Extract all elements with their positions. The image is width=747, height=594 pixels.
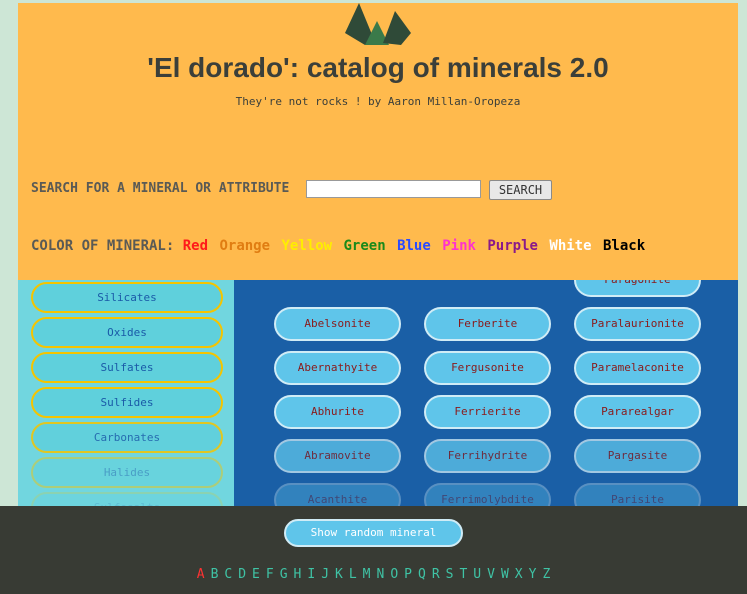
header: 'El dorado': catalog of minerals 2.0 The… <box>18 3 738 280</box>
mineral-pargasite[interactable]: Pargasite <box>574 439 701 473</box>
page-title: 'El dorado': catalog of minerals 2.0 <box>147 52 609 83</box>
category-carbonates[interactable]: Carbonates <box>31 422 223 453</box>
color-filter-yellow[interactable]: Yellow <box>273 238 332 254</box>
mineral-ferrierite[interactable]: Ferrierite <box>424 395 551 429</box>
letter-e[interactable]: E <box>252 567 260 582</box>
category-halides[interactable]: Halides <box>31 457 223 488</box>
color-filter-green[interactable]: Green <box>335 238 385 254</box>
letter-w[interactable]: W <box>501 567 509 582</box>
color-filter-black[interactable]: Black <box>595 238 645 254</box>
random-mineral-button[interactable]: Show random mineral <box>284 519 463 547</box>
color-filter-label: COLOR OF MINERAL: <box>31 238 175 254</box>
letter-m[interactable]: M <box>363 567 371 582</box>
mineral-parisite[interactable]: Parisite <box>574 483 701 506</box>
letter-h[interactable]: H <box>294 567 302 582</box>
color-filter-red[interactable]: Red <box>183 238 208 254</box>
letter-k[interactable]: K <box>335 567 343 582</box>
mineral-ferrihydrite[interactable]: Ferrihydrite <box>424 439 551 473</box>
mineral-paramelaconite[interactable]: Paramelaconite <box>574 351 701 385</box>
letter-n[interactable]: N <box>377 567 385 582</box>
category-sulfates[interactable]: Sulfates <box>31 352 223 383</box>
letter-x[interactable]: X <box>515 567 523 582</box>
letter-q[interactable]: Q <box>418 567 426 582</box>
mineral-paragonite[interactable]: Paragonite <box>574 280 701 297</box>
color-filter-purple[interactable]: Purple <box>479 238 538 254</box>
color-filter: COLOR OF MINERAL: Red Orange Yellow Gree… <box>31 238 648 254</box>
color-filter-blue[interactable]: Blue <box>389 238 431 254</box>
letter-y[interactable]: Y <box>529 567 537 582</box>
letter-a[interactable]: A <box>197 567 205 582</box>
letter-d[interactable]: D <box>238 567 246 582</box>
mineral-fergusonite[interactable]: Fergusonite <box>424 351 551 385</box>
color-filter-pink[interactable]: Pink <box>434 238 476 254</box>
mineral-pararealgar[interactable]: Pararealgar <box>574 395 701 429</box>
mineral-abernathyite[interactable]: Abernathyite <box>274 351 401 385</box>
letter-v[interactable]: V <box>487 567 495 582</box>
page-subtitle: They're not rocks ! by Aaron Millan-Orop… <box>235 95 521 108</box>
category-silicates[interactable]: Silicates <box>31 282 223 313</box>
letter-r[interactable]: R <box>432 567 440 582</box>
mineral-abhurite[interactable]: Abhurite <box>274 395 401 429</box>
mineral-acanthite[interactable]: Acanthite <box>274 483 401 506</box>
mineral-ferrimolybdite[interactable]: Ferrimolybdite <box>424 483 551 506</box>
letter-u[interactable]: U <box>473 567 481 582</box>
search-button[interactable]: SEARCH <box>489 180 552 200</box>
letter-c[interactable]: C <box>224 567 232 582</box>
mineral-abelsonite[interactable]: Abelsonite <box>274 307 401 341</box>
letter-o[interactable]: O <box>390 567 398 582</box>
letter-p[interactable]: P <box>404 567 412 582</box>
mineral-list: Abelsonite Abernathyite Abhurite Abramovite… <box>234 280 738 506</box>
mineral-ferberite[interactable]: Ferberite <box>424 307 551 341</box>
letter-s[interactable]: S <box>446 567 454 582</box>
color-filter-orange[interactable]: Orange <box>211 238 270 254</box>
letter-t[interactable]: T <box>459 567 467 582</box>
category-sulfides[interactable]: Sulfides <box>31 387 223 418</box>
letter-b[interactable]: B <box>211 567 219 582</box>
letter-z[interactable]: Z <box>542 567 550 582</box>
category-sulfosalts[interactable]: Sulfosalts <box>31 492 223 506</box>
letter-l[interactable]: L <box>349 567 357 582</box>
mineral-abramovite[interactable]: Abramovite <box>274 439 401 473</box>
category-sidebar: Silicates Oxides Sulfates Sulfides Carbonate… <box>18 280 234 506</box>
color-filter-white[interactable]: White <box>541 238 591 254</box>
mineral-paralaurionite[interactable]: Paralaurionite <box>574 307 701 341</box>
alphabet-nav: ABCDEFGHIJKLMNOPQRSTUVWXYZ <box>0 567 747 582</box>
search-input[interactable] <box>306 180 481 198</box>
mountain-logo-icon <box>345 3 411 45</box>
letter-i[interactable]: I <box>307 567 315 582</box>
search-label: SEARCH FOR A MINERAL OR ATTRIBUTE <box>31 181 290 196</box>
footer: Show random mineral ABCDEFGHIJKLMNOPQRST… <box>0 506 747 594</box>
letter-j[interactable]: J <box>321 567 329 582</box>
category-oxides[interactable]: Oxides <box>31 317 223 348</box>
letter-f[interactable]: F <box>266 567 274 582</box>
letter-g[interactable]: G <box>280 567 288 582</box>
